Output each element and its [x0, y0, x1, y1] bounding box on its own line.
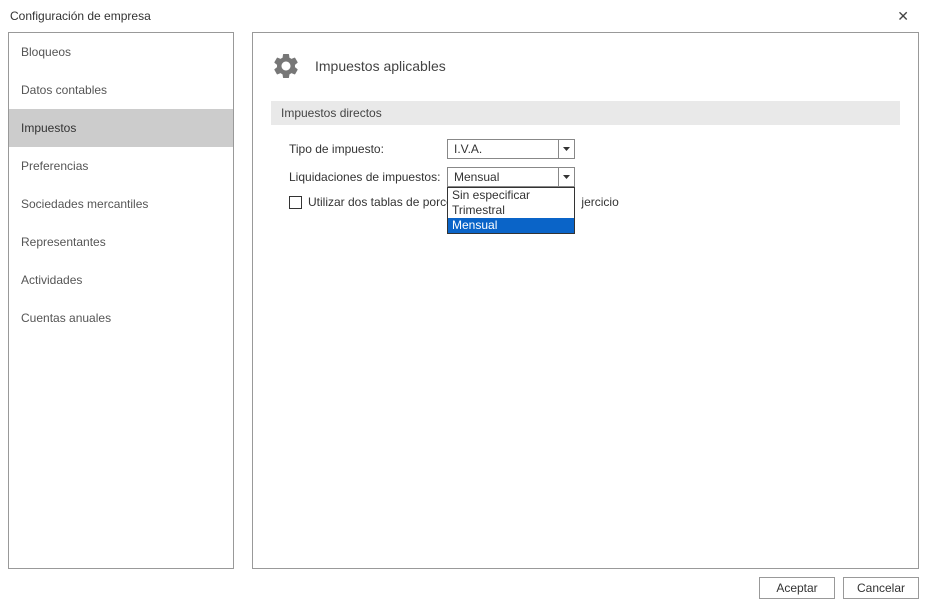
liq-option-mensual[interactable]: Mensual: [448, 218, 574, 233]
sidebar-item-label: Representantes: [21, 235, 106, 249]
close-icon[interactable]: ✕: [889, 9, 917, 23]
tipo-label: Tipo de impuesto:: [289, 142, 447, 156]
sidebar-item-label: Preferencias: [21, 159, 88, 173]
accept-button[interactable]: Aceptar: [759, 577, 835, 599]
form-row-tipo: Tipo de impuesto: I.V.A.: [271, 139, 900, 159]
liq-select[interactable]: Mensual Sin especificar Trimestral Mensu…: [447, 167, 575, 187]
sidebar: Bloqueos Datos contables Impuestos Prefe…: [8, 32, 234, 569]
sidebar-item-label: Actividades: [21, 273, 82, 287]
option-label: Mensual: [452, 218, 497, 232]
sidebar-item-cuentas-anuales[interactable]: Cuentas anuales: [9, 299, 233, 337]
window-title: Configuración de empresa: [10, 9, 151, 23]
panel-title: Impuestos aplicables: [315, 58, 446, 74]
form-row-liquidaciones: Liquidaciones de impuestos: Mensual Sin …: [271, 167, 900, 187]
liq-dropdown: Sin especificar Trimestral Mensual: [447, 187, 575, 234]
main-panel: Impuestos aplicables Impuestos directos …: [252, 32, 919, 569]
sidebar-item-representantes[interactable]: Representantes: [9, 223, 233, 261]
checkbox-text-after: jercicio: [581, 195, 618, 209]
liq-label: Liquidaciones de impuestos:: [289, 170, 447, 184]
sidebar-item-label: Datos contables: [21, 83, 107, 97]
sidebar-item-actividades[interactable]: Actividades: [9, 261, 233, 299]
footer: Aceptar Cancelar: [0, 569, 927, 599]
liq-option-trimestral[interactable]: Trimestral: [448, 203, 574, 218]
sidebar-item-label: Impuestos: [21, 121, 76, 135]
sidebar-item-impuestos[interactable]: Impuestos: [9, 109, 233, 147]
sidebar-item-bloqueos[interactable]: Bloqueos: [9, 33, 233, 71]
tipo-select[interactable]: I.V.A.: [447, 139, 575, 159]
content-area: Bloqueos Datos contables Impuestos Prefe…: [0, 32, 927, 569]
liq-option-sin-especificar[interactable]: Sin especificar: [448, 188, 574, 203]
chevron-down-icon[interactable]: [558, 140, 574, 158]
option-label: Trimestral: [452, 203, 505, 217]
sidebar-item-sociedades-mercantiles[interactable]: Sociedades mercantiles: [9, 185, 233, 223]
sidebar-item-datos-contables[interactable]: Datos contables: [9, 71, 233, 109]
sidebar-item-label: Cuentas anuales: [21, 311, 111, 325]
tipo-value: I.V.A.: [448, 142, 558, 156]
section-header: Impuestos directos: [271, 101, 900, 125]
titlebar: Configuración de empresa ✕: [0, 0, 927, 32]
liq-value: Mensual: [448, 170, 558, 184]
panel-header: Impuestos aplicables: [271, 51, 900, 81]
checkbox-icon[interactable]: [289, 196, 302, 209]
chevron-down-icon[interactable]: [558, 168, 574, 186]
sidebar-item-label: Bloqueos: [21, 45, 71, 59]
sidebar-item-label: Sociedades mercantiles: [21, 197, 148, 211]
cancel-button[interactable]: Cancelar: [843, 577, 919, 599]
option-label: Sin especificar: [452, 188, 530, 202]
checkbox-row-dos-tablas[interactable]: Utilizar dos tablas de porcen jercicio: [271, 195, 900, 209]
gear-icon: [271, 51, 301, 81]
sidebar-item-preferencias[interactable]: Preferencias: [9, 147, 233, 185]
checkbox-text-before: Utilizar dos tablas de porcen: [308, 195, 459, 209]
